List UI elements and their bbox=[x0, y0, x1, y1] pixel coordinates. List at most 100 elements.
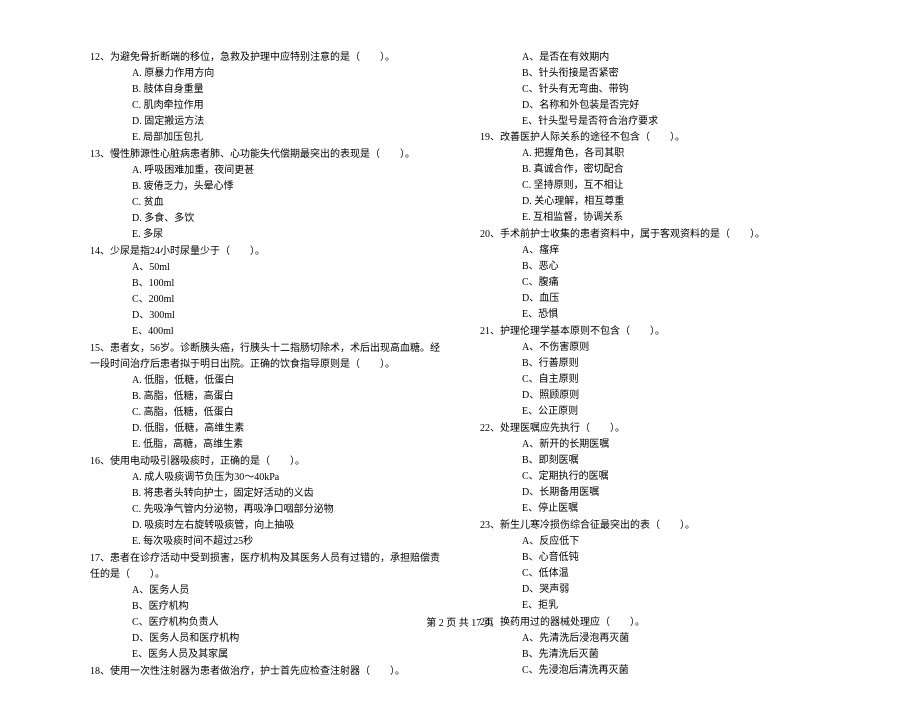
option: C、腹痛 bbox=[522, 275, 830, 291]
option: B. 真诚合作，密切配合 bbox=[522, 162, 830, 178]
option: E、恐惧 bbox=[522, 307, 830, 323]
option: B. 高脂，低糖，高蛋白 bbox=[132, 389, 440, 405]
option: E. 每次吸痰时间不超过25秒 bbox=[132, 534, 440, 550]
option: C、自主原则 bbox=[522, 372, 830, 388]
question: 16、使用电动吸引器吸痰时，正确的是（ ）。A. 成人吸痰调节负压为30～40k… bbox=[90, 454, 440, 550]
question-stem: 23、新生儿寒冷损伤综合征最突出的表（ ）。 bbox=[480, 518, 830, 534]
question: 19、改善医护人际关系的途径不包含（ ）。A. 把握角色，各司其职B. 真诚合作… bbox=[480, 130, 830, 226]
question: 21、护理伦理学基本原则不包含（ ）。A、不伤害原则B、行善原则C、自主原则D、… bbox=[480, 324, 830, 420]
option: D、300ml bbox=[132, 308, 440, 324]
option: A. 成人吸痰调节负压为30～40kPa bbox=[132, 470, 440, 486]
question: 18、使用一次性注射器为患者做治疗，护士首先应检查注射器（ ）。 bbox=[90, 664, 440, 680]
question-options: A、瘙痒B、恶心C、腹痛D、血压E、恐惧 bbox=[480, 243, 830, 323]
option: C. 坚持原则，互不相让 bbox=[522, 178, 830, 194]
option: D. 固定搬运方法 bbox=[132, 114, 440, 130]
option: E. 多尿 bbox=[132, 227, 440, 243]
option: D. 关心理解，相互尊重 bbox=[522, 194, 830, 210]
question-options-cont: A、是否在有效期内B、针头衔接是否紧密C、针头有无弯曲、带钩D、名称和外包装是否… bbox=[480, 50, 830, 130]
option: D、哭声弱 bbox=[522, 582, 830, 598]
question-options: A. 把握角色，各司其职B. 真诚合作，密切配合C. 坚持原则，互不相让D. 关… bbox=[480, 146, 830, 226]
option: C. 先吸净气管内分泌物，再吸净口咽部分泌物 bbox=[132, 502, 440, 518]
option: D、照顾原则 bbox=[522, 388, 830, 404]
question-options: A. 低脂，低糖，低蛋白B. 高脂，低糖，高蛋白C. 高脂，低糖，低蛋白D. 低… bbox=[90, 373, 440, 453]
option: A. 呼吸困难加重，夜间更甚 bbox=[132, 163, 440, 179]
question-stem: 12、为避免骨折断端的移位，急救及护理中应特别注意的是（ ）。 bbox=[90, 50, 440, 66]
option: D、血压 bbox=[522, 291, 830, 307]
question-stem: 16、使用电动吸引器吸痰时，正确的是（ ）。 bbox=[90, 454, 440, 470]
option: C. 高脂，低糖，低蛋白 bbox=[132, 405, 440, 421]
option: E、停止医嘱 bbox=[522, 501, 830, 517]
question-stem: 21、护理伦理学基本原则不包含（ ）。 bbox=[480, 324, 830, 340]
question-stem: 14、少尿是指24小时尿量少于（ ）。 bbox=[90, 244, 440, 260]
option: D、名称和外包装是否完好 bbox=[522, 98, 830, 114]
option: E、400ml bbox=[132, 324, 440, 340]
option: B. 将患者头转向护士，固定好活动的义齿 bbox=[132, 486, 440, 502]
left-column: 12、为避免骨折断端的移位，急救及护理中应特别注意的是（ ）。A. 原暴力作用方… bbox=[90, 50, 440, 681]
question-stem: 15、患者女，56岁。诊断胰头癌，行胰头十二指肠切除术，术后出现高血糖。经一段时… bbox=[90, 341, 440, 373]
option: E、针头型号是否符合治疗要求 bbox=[522, 114, 830, 130]
question-options: A、反应低下B、心音低钝C、低体温D、哭声弱E、拒乳 bbox=[480, 534, 830, 614]
option: E、公正原则 bbox=[522, 404, 830, 420]
question-options: A、新开的长期医嘱B、即刻医嘱C、定期执行的医嘱D、长期备用医嘱E、停止医嘱 bbox=[480, 437, 830, 517]
option: E. 低脂，高糖，高维生素 bbox=[132, 437, 440, 453]
option: E、医务人员及其家属 bbox=[132, 647, 440, 663]
question: 12、为避免骨折断端的移位，急救及护理中应特别注意的是（ ）。A. 原暴力作用方… bbox=[90, 50, 440, 146]
question: 14、少尿是指24小时尿量少于（ ）。A、50mlB、100mlC、200mlD… bbox=[90, 244, 440, 340]
option: C、200ml bbox=[132, 292, 440, 308]
option: B、医疗机构 bbox=[132, 599, 440, 615]
question-stem: 19、改善医护人际关系的途径不包含（ ）。 bbox=[480, 130, 830, 146]
question-stem: 18、使用一次性注射器为患者做治疗，护士首先应检查注射器（ ）。 bbox=[90, 664, 440, 680]
question-stem: 22、处理医嘱应先执行（ ）。 bbox=[480, 421, 830, 437]
option: C. 贫血 bbox=[132, 195, 440, 211]
option: A. 低脂，低糖，低蛋白 bbox=[132, 373, 440, 389]
option: B、先清洗后灭菌 bbox=[522, 647, 830, 663]
question-options: A. 原暴力作用方向B. 肢体自身重量C. 肌肉牵拉作用D. 固定搬运方法E. … bbox=[90, 66, 440, 146]
option: A、是否在有效期内 bbox=[522, 50, 830, 66]
option: B. 疲倦乏力，头晕心悸 bbox=[132, 179, 440, 195]
option: D、长期备用医嘱 bbox=[522, 485, 830, 501]
question-stem: 20、手术前护士收集的患者资料中，属于客观资料的是（ ）。 bbox=[480, 227, 830, 243]
option: C、定期执行的医嘱 bbox=[522, 469, 830, 485]
question: 17、患者在诊疗活动中受到损害，医疗机构及其医务人员有过错的，承担赔偿责任的是（… bbox=[90, 551, 440, 663]
question-options: A、不伤害原则B、行善原则C、自主原则D、照顾原则E、公正原则 bbox=[480, 340, 830, 420]
option: C、针头有无弯曲、带钩 bbox=[522, 82, 830, 98]
question: 15、患者女，56岁。诊断胰头癌，行胰头十二指肠切除术，术后出现高血糖。经一段时… bbox=[90, 341, 440, 453]
option: B、行善原则 bbox=[522, 356, 830, 372]
option: B、心音低钝 bbox=[522, 550, 830, 566]
question: 20、手术前护士收集的患者资料中，属于客观资料的是（ ）。A、瘙痒B、恶心C、腹… bbox=[480, 227, 830, 323]
exam-page: 12、为避免骨折断端的移位，急救及护理中应特别注意的是（ ）。A. 原暴力作用方… bbox=[0, 0, 920, 711]
option: B、针头衔接是否紧密 bbox=[522, 66, 830, 82]
option: C、先浸泡后清洗再灭菌 bbox=[522, 663, 830, 679]
option: C. 肌肉牵拉作用 bbox=[132, 98, 440, 114]
option: B、恶心 bbox=[522, 259, 830, 275]
option: D. 低脂，低糖，高维生素 bbox=[132, 421, 440, 437]
option: A、医务人员 bbox=[132, 583, 440, 599]
option: A、反应低下 bbox=[522, 534, 830, 550]
question-options: A、50mlB、100mlC、200mlD、300mlE、400ml bbox=[90, 260, 440, 340]
question-stem: 17、患者在诊疗活动中受到损害，医疗机构及其医务人员有过错的，承担赔偿责任的是（… bbox=[90, 551, 440, 583]
question: 23、新生儿寒冷损伤综合征最突出的表（ ）。A、反应低下B、心音低钝C、低体温D… bbox=[480, 518, 830, 614]
option: E、拒乳 bbox=[522, 598, 830, 614]
question-stem: 13、慢性肺源性心脏病患者肺、心功能失代偿期最突出的表现是（ ）。 bbox=[90, 147, 440, 163]
option: C、低体温 bbox=[522, 566, 830, 582]
option: A、新开的长期医嘱 bbox=[522, 437, 830, 453]
right-column: A、是否在有效期内B、针头衔接是否紧密C、针头有无弯曲、带钩D、名称和外包装是否… bbox=[480, 50, 830, 681]
question-options: A、先清洗后浸泡再灭菌B、先清洗后灭菌C、先浸泡后清洗再灭菌 bbox=[480, 631, 830, 679]
option: B. 肢体自身重量 bbox=[132, 82, 440, 98]
option: B、即刻医嘱 bbox=[522, 453, 830, 469]
question-options: A. 成人吸痰调节负压为30～40kPaB. 将患者头转向护士，固定好活动的义齿… bbox=[90, 470, 440, 550]
option: A、不伤害原则 bbox=[522, 340, 830, 356]
option: D、医务人员和医疗机构 bbox=[132, 631, 440, 647]
option: E. 局部加压包扎 bbox=[132, 130, 440, 146]
option: A、50ml bbox=[132, 260, 440, 276]
question-options: A. 呼吸困难加重，夜间更甚B. 疲倦乏力，头晕心悸C. 贫血D. 多食、多饮E… bbox=[90, 163, 440, 243]
option: A. 原暴力作用方向 bbox=[132, 66, 440, 82]
page-footer: 第 2 页 共 17 页 bbox=[0, 616, 920, 632]
option: A、瘙痒 bbox=[522, 243, 830, 259]
option: B、100ml bbox=[132, 276, 440, 292]
option: A. 把握角色，各司其职 bbox=[522, 146, 830, 162]
option: D. 吸痰时左右旋转吸痰管，向上抽吸 bbox=[132, 518, 440, 534]
option: D. 多食、多饮 bbox=[132, 211, 440, 227]
option: A、先清洗后浸泡再灭菌 bbox=[522, 631, 830, 647]
question: 22、处理医嘱应先执行（ ）。A、新开的长期医嘱B、即刻医嘱C、定期执行的医嘱D… bbox=[480, 421, 830, 517]
